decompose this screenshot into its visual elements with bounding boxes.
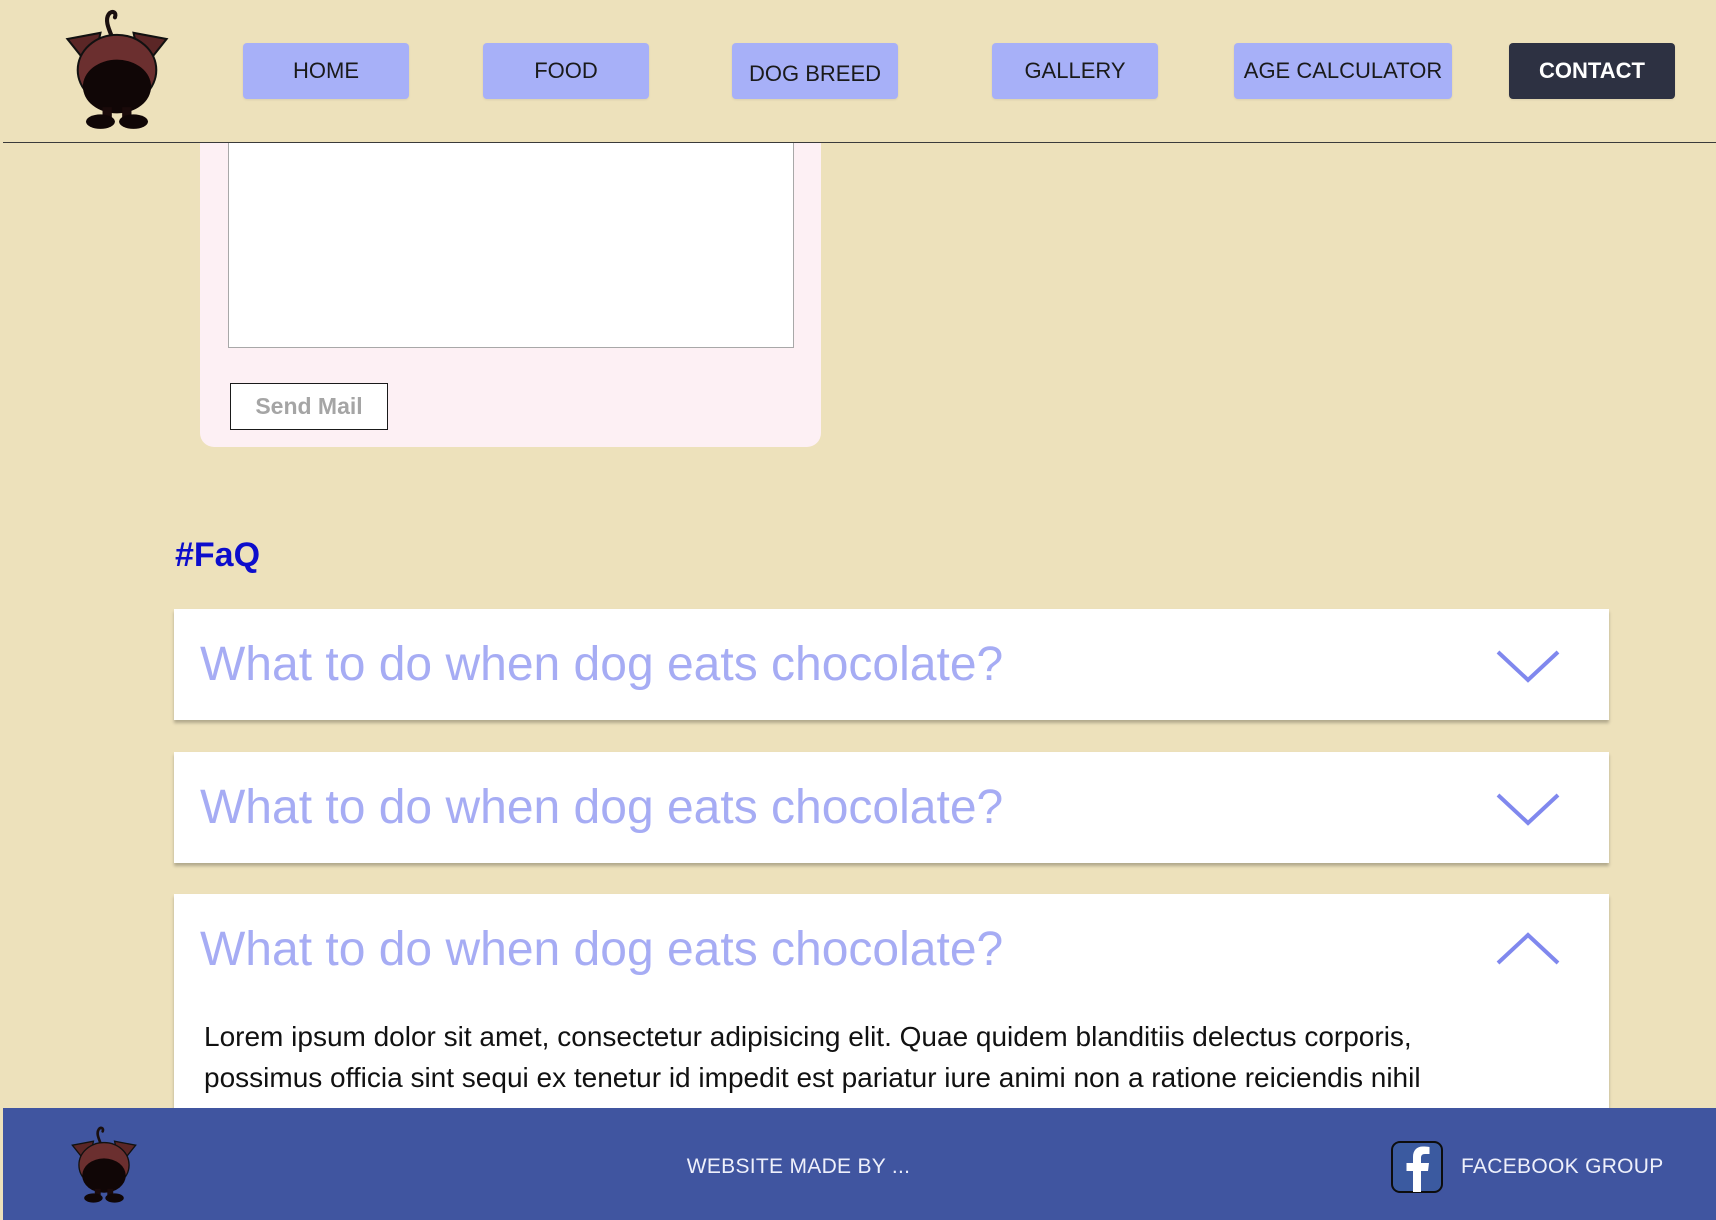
facebook-group-link[interactable]: FACEBOOK GROUP bbox=[1391, 1140, 1664, 1194]
faq-heading: #FaQ bbox=[175, 536, 261, 574]
faq-answer: Lorem ipsum dolor sit amet, consectetur … bbox=[204, 1021, 1421, 1093]
faq-question[interactable]: What to do when dog eats chocolate? bbox=[200, 780, 1003, 835]
faq-question[interactable]: What to do when dog eats chocolate? bbox=[200, 637, 1003, 692]
footer-credit: WEBSITE MADE BY ... bbox=[686, 1155, 911, 1178]
message-textarea[interactable] bbox=[228, 142, 794, 348]
chevron-down-icon[interactable] bbox=[1495, 649, 1561, 683]
faq-item[interactable]: What to do when dog eats chocolate? bbox=[174, 752, 1609, 863]
nav-home-button[interactable]: HOME bbox=[243, 43, 409, 99]
nav-food-button[interactable]: FOOD bbox=[483, 43, 649, 99]
dog-logo-icon[interactable] bbox=[65, 8, 169, 132]
nav-contact-button[interactable]: CONTACT bbox=[1509, 43, 1675, 99]
facebook-icon[interactable] bbox=[1391, 1141, 1443, 1193]
nav-dog-breed-button[interactable]: DOG BREED bbox=[732, 43, 898, 99]
chevron-down-icon[interactable] bbox=[1495, 792, 1561, 826]
site-footer: WEBSITE MADE BY ... FACEBOOK GROUP bbox=[3, 1108, 1716, 1220]
facebook-group-label[interactable]: FACEBOOK GROUP bbox=[1461, 1155, 1664, 1179]
faq-question[interactable]: What to do when dog eats chocolate? bbox=[200, 922, 1003, 977]
site-header: HOME FOOD DOG BREED GALLERY AGE CALCULAT… bbox=[3, 0, 1716, 143]
nav-age-calculator-button[interactable]: AGE CALCULATOR bbox=[1234, 43, 1452, 99]
send-mail-button[interactable]: Send Mail bbox=[230, 383, 388, 430]
faq-item-expanded[interactable]: What to do when dog eats chocolate? Lore… bbox=[174, 894, 1609, 1134]
faq-item[interactable]: What to do when dog eats chocolate? bbox=[174, 609, 1609, 720]
chevron-up-icon[interactable] bbox=[1495, 932, 1561, 966]
nav-gallery-button[interactable]: GALLERY bbox=[992, 43, 1158, 99]
